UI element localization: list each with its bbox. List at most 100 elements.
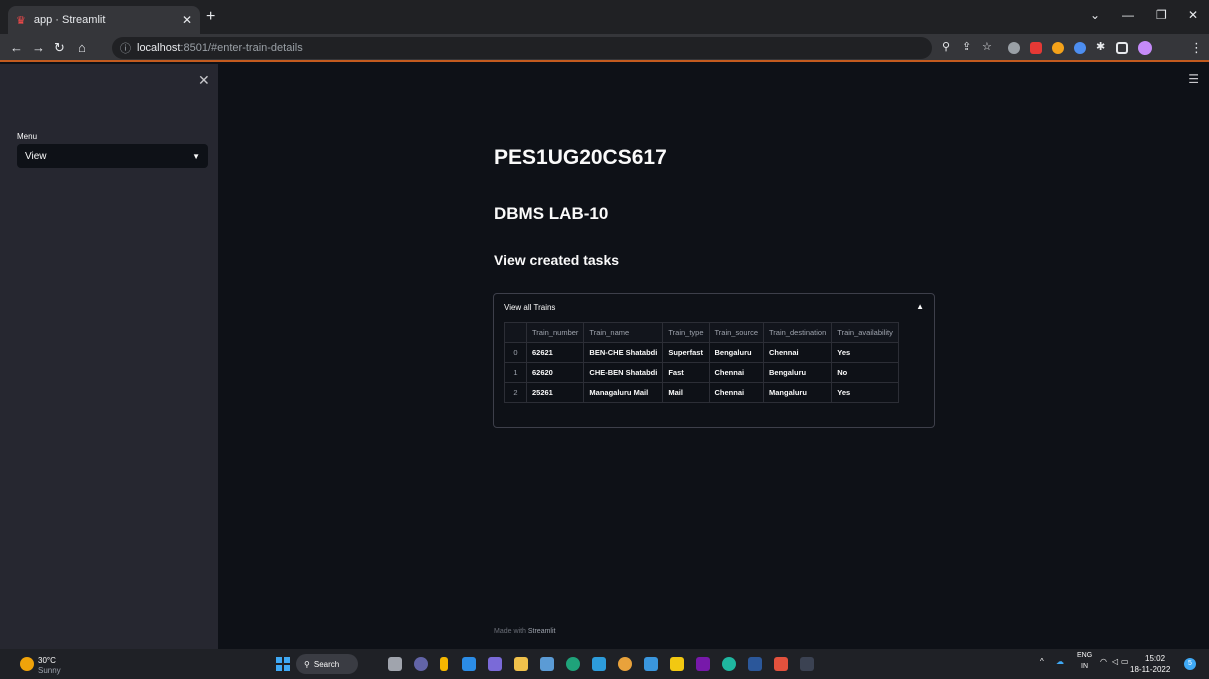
onenote-icon[interactable] [696,657,710,671]
app-icon[interactable] [488,657,502,671]
clock-date[interactable]: 18-11-2022 [1130,665,1170,674]
restore-icon[interactable]: ❐ [1156,8,1167,22]
table-cell[interactable]: Chennai [762,342,833,363]
minimize-icon[interactable]: — [1122,8,1134,22]
table-cell[interactable]: Chennai [708,362,764,383]
windows-start-icon[interactable] [276,657,290,671]
file-explorer-icon[interactable] [514,657,528,671]
table-header[interactable]: Train_number [525,322,585,343]
table-cell[interactable]: 0 [504,342,527,363]
app-icon[interactable] [670,657,684,671]
table-cell[interactable]: Superfast [662,342,710,363]
tab-search-icon[interactable]: ⌄ [1090,8,1100,22]
page-title: PES1UG20CS617 [494,146,667,169]
chrome-icon[interactable] [618,657,632,671]
table-cell[interactable]: No [831,362,899,383]
table-cell[interactable]: Chennai [708,382,764,403]
main-content: ☰ PES1UG20CS617 DBMS LAB-10 View created… [218,64,1209,649]
notification-badge[interactable]: 5 [1184,658,1196,670]
reload-icon[interactable]: ↻ [54,40,65,56]
taskbar-search[interactable]: ⚲ Search [296,654,358,674]
app-icon[interactable] [722,657,736,671]
teams-chat-icon[interactable] [414,657,428,671]
info-icon[interactable]: ⓘ [120,40,131,56]
table-cell[interactable]: 62620 [525,362,585,383]
table-header[interactable]: Train_source [708,322,764,343]
table-cell[interactable]: 62621 [525,342,585,363]
table-cell[interactable]: CHE-BEN Shatabdi [583,362,664,383]
table-cell[interactable]: BEN-CHE Shatabdi [583,342,664,363]
bookmark-star-icon[interactable]: ☆ [982,40,992,53]
extension-icon[interactable] [1030,42,1042,54]
expander-header[interactable]: View all Trains [504,303,555,312]
table-cell[interactable]: 2 [504,382,527,403]
streamlit-link[interactable]: Streamlit [528,628,556,635]
close-tab-icon[interactable]: ✕ [182,13,192,27]
table-header[interactable] [504,322,527,343]
hamburger-menu-icon[interactable]: ☰ [1188,72,1199,86]
cloud-icon[interactable]: ☁ [1056,657,1064,666]
table-header[interactable]: Train_name [583,322,664,343]
app-icon[interactable] [440,657,448,671]
footer: Made with Streamlit [494,628,555,635]
profile-avatar-icon[interactable] [1138,41,1152,55]
side-panel-icon[interactable] [1116,42,1128,54]
back-icon[interactable]: ← [10,40,23,55]
table-cell[interactable]: 1 [504,362,527,383]
menu-select[interactable]: View ▼ [17,144,208,168]
share-icon[interactable]: ⇪ [962,40,971,53]
battery-icon[interactable]: ▭ [1121,657,1129,666]
table-cell[interactable]: 25261 [525,382,585,403]
clock-time[interactable]: 15:02 [1145,654,1165,663]
table-cell[interactable]: Yes [831,382,899,403]
terminal-icon[interactable] [800,657,814,671]
app-icon[interactable] [644,657,658,671]
home-icon[interactable]: ⌂ [78,40,86,55]
table-cell[interactable]: Bengaluru [762,362,833,383]
table-cell[interactable]: Mangaluru [762,382,833,403]
footer-text: Made with [494,628,528,635]
streamlit-icon: ♛ [16,14,26,27]
table-header[interactable]: Train_type [662,322,710,343]
url-host: localhost [137,42,181,54]
weather-condition[interactable]: Sunny [38,666,61,675]
menu-label: Menu [17,132,38,141]
wifi-icon[interactable]: ◠ [1100,657,1107,666]
table-cell[interactable]: Bengaluru [708,342,764,363]
page-subtitle: DBMS LAB-10 [494,204,609,223]
chevron-up-icon[interactable]: ^ [1040,657,1044,666]
new-tab-icon[interactable]: + [206,8,215,26]
table-cell[interactable]: Fast [662,362,710,383]
vscode-icon[interactable] [462,657,476,671]
store-icon[interactable] [540,657,554,671]
table-header[interactable]: Train_availability [831,322,899,343]
forward-icon[interactable]: → [32,40,45,55]
table-row: 0 62621 BEN-CHE Shatabdi Superfast Benga… [504,342,899,363]
table-cell[interactable]: Yes [831,342,899,363]
table-row: 1 62620 CHE-BEN Shatabdi Fast Chennai Be… [504,362,899,383]
todo-icon[interactable] [592,657,606,671]
extensions-puzzle-icon[interactable]: ✱ [1096,40,1105,53]
sun-icon[interactable] [20,657,34,671]
word-icon[interactable] [748,657,762,671]
close-window-icon[interactable]: ✕ [1188,8,1198,22]
browser-tab[interactable]: ♛ app · Streamlit ✕ [8,6,200,34]
table-header[interactable]: Train_destination [762,322,833,343]
weather-temperature[interactable]: 30°C [38,656,56,665]
chevron-up-icon[interactable]: ▲ [916,302,924,311]
table-cell[interactable]: Mail [662,382,710,403]
address-bar[interactable]: ⓘ localhost :8501/#enter-train-details [112,37,932,59]
extension-icon[interactable] [1052,42,1064,54]
task-view-icon[interactable] [388,657,402,671]
extension-icon[interactable] [1074,42,1086,54]
language-top[interactable]: ENG [1077,652,1092,659]
close-sidebar-icon[interactable]: ✕ [198,72,210,89]
kebab-menu-icon[interactable]: ⋮ [1190,40,1203,56]
zoom-icon[interactable]: ⚲ [942,40,950,53]
volume-icon[interactable]: ◁ [1112,657,1118,666]
language-bottom[interactable]: IN [1081,663,1088,670]
app-icon[interactable] [774,657,788,671]
extension-icon[interactable] [1008,42,1020,54]
edge-icon[interactable] [566,657,580,671]
table-cell[interactable]: Managaluru Mail [583,382,664,403]
